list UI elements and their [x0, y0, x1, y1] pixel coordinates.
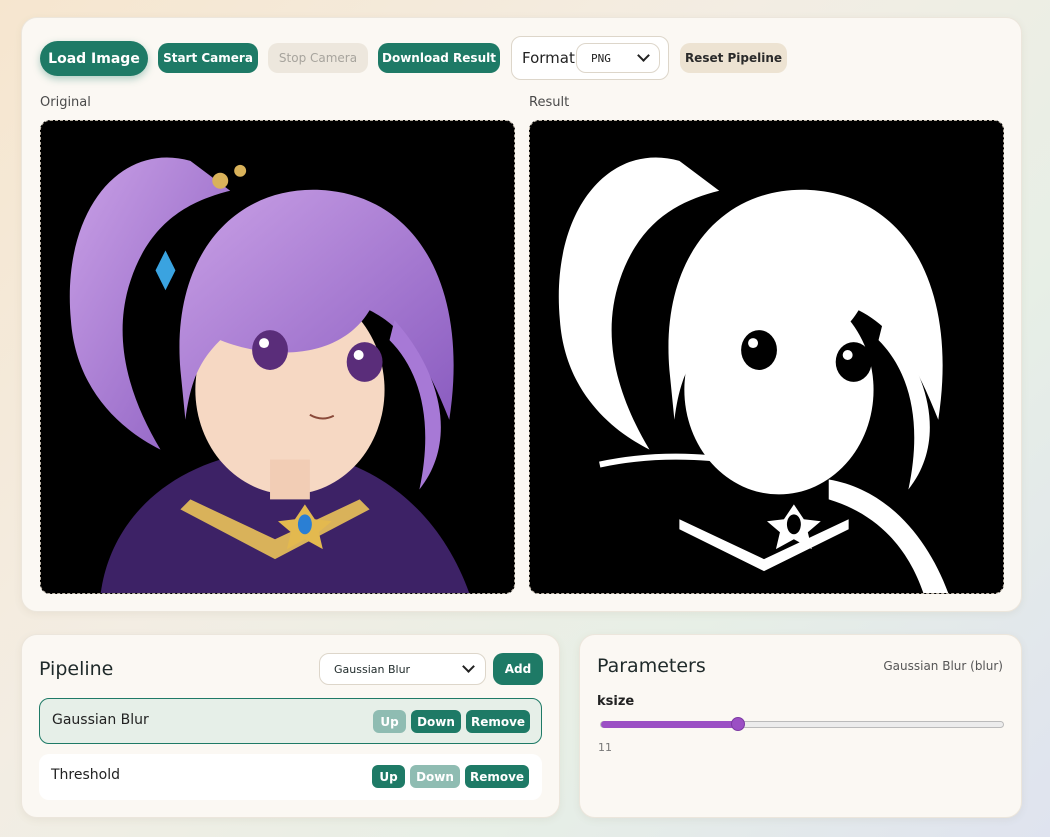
pipeline-title: Pipeline	[39, 658, 114, 680]
remove-step-button[interactable]: Remove	[465, 765, 529, 788]
param-label: ksize	[597, 694, 635, 709]
reset-pipeline-button[interactable]: Reset Pipeline	[680, 43, 787, 73]
pipeline-panel: Pipeline Gaussian Blur Add Gaussian Blur…	[21, 634, 560, 818]
slider-thumb[interactable]	[730, 717, 745, 731]
parameters-panel: Parameters Gaussian Blur (blur) ksize 11	[579, 634, 1022, 818]
slider-fill	[601, 721, 738, 728]
pipeline-step-row[interactable]: Gaussian Blur Up Down Remove	[39, 698, 542, 744]
step-type-value: Gaussian Blur	[334, 663, 411, 676]
format-group: Format PNG	[511, 36, 669, 80]
original-image	[40, 120, 515, 594]
step-type-select[interactable]: Gaussian Blur	[319, 653, 486, 685]
add-step-button[interactable]: Add	[493, 653, 543, 685]
start-camera-button[interactable]: Start Camera	[158, 43, 258, 73]
load-image-button[interactable]: Load Image	[40, 41, 148, 76]
anime-girl-illustration	[41, 121, 514, 593]
pipeline-step-row[interactable]: Threshold Up Down Remove	[39, 754, 542, 800]
move-up-button[interactable]: Up	[372, 765, 405, 788]
param-value: 11	[598, 741, 612, 754]
move-down-button[interactable]: Down	[410, 765, 460, 788]
chevron-down-icon	[462, 660, 475, 673]
format-label: Format	[522, 49, 575, 67]
ksize-slider[interactable]	[600, 717, 1004, 731]
image-workspace: Load Image Start Camera Stop Camera Down…	[21, 17, 1022, 612]
download-result-button[interactable]: Download Result	[378, 43, 500, 73]
move-down-button[interactable]: Down	[411, 710, 461, 733]
original-label: Original	[40, 95, 91, 110]
format-value: PNG	[591, 52, 611, 65]
result-image	[529, 120, 1004, 594]
stop-camera-button[interactable]: Stop Camera	[268, 43, 368, 73]
step-name: Threshold	[51, 767, 120, 783]
parameters-subtitle: Gaussian Blur (blur)	[883, 659, 1003, 673]
step-name: Gaussian Blur	[52, 712, 149, 728]
remove-step-button[interactable]: Remove	[466, 710, 530, 733]
move-up-button[interactable]: Up	[373, 710, 406, 733]
result-label: Result	[529, 95, 570, 110]
format-select[interactable]: PNG	[576, 43, 660, 73]
thresholded-illustration	[530, 121, 1003, 593]
chevron-down-icon	[637, 49, 650, 62]
parameters-title: Parameters	[597, 655, 706, 677]
